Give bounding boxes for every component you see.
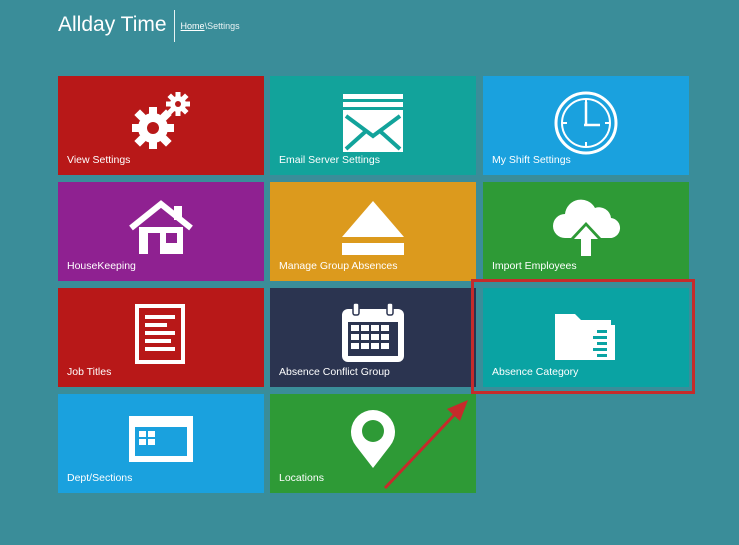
- tile-label: My Shift Settings: [492, 154, 571, 166]
- envelope-icon: [270, 76, 476, 156]
- tile-manage-group-absences[interactable]: Manage Group Absences: [270, 182, 476, 281]
- header-divider: [173, 10, 175, 42]
- tile-job-titles[interactable]: Job Titles: [58, 288, 264, 387]
- tile-label: Email Server Settings: [279, 154, 380, 166]
- map-pin-icon: [270, 394, 476, 474]
- tile-import-employees[interactable]: Import Employees: [483, 182, 689, 281]
- cloud-upload-icon: [483, 182, 689, 262]
- tile-label: Job Titles: [67, 366, 112, 378]
- tile-email-server-settings[interactable]: Email Server Settings: [270, 76, 476, 175]
- tile-my-shift-settings[interactable]: My Shift Settings: [483, 76, 689, 175]
- breadcrumb-current: Settings: [207, 21, 240, 31]
- tile-label: Absence Conflict Group: [279, 366, 390, 378]
- tile-view-settings[interactable]: View Settings: [58, 76, 264, 175]
- breadcrumb-home-link[interactable]: Home: [181, 21, 205, 31]
- tile-housekeeping[interactable]: HouseKeeping: [58, 182, 264, 281]
- breadcrumb: Home\Settings: [181, 21, 240, 31]
- app-title: Allday Time: [58, 13, 167, 36]
- tile-label: Manage Group Absences: [279, 260, 398, 272]
- tile-label: Locations: [279, 472, 324, 484]
- tile-dept-sections[interactable]: Dept/Sections: [58, 394, 264, 493]
- document-icon: [58, 288, 264, 368]
- tile-label: Absence Category: [492, 366, 579, 378]
- eject-icon: [270, 182, 476, 262]
- tile-label: Import Employees: [492, 260, 577, 272]
- calendar-icon: [270, 288, 476, 368]
- folder-icon: [483, 288, 689, 368]
- tile-label: HouseKeeping: [67, 260, 136, 272]
- tile-label: Dept/Sections: [67, 472, 133, 484]
- clock-icon: [483, 76, 689, 156]
- header: Allday Time Home\Settings: [58, 10, 240, 42]
- tile-absence-conflict-group[interactable]: Absence Conflict Group: [270, 288, 476, 387]
- gears-icon: [58, 76, 264, 156]
- window-icon: [58, 394, 264, 474]
- tile-locations[interactable]: Locations: [270, 394, 476, 493]
- tile-absence-category[interactable]: Absence Category: [483, 288, 689, 387]
- house-icon: [58, 182, 264, 262]
- tile-label: View Settings: [67, 154, 131, 166]
